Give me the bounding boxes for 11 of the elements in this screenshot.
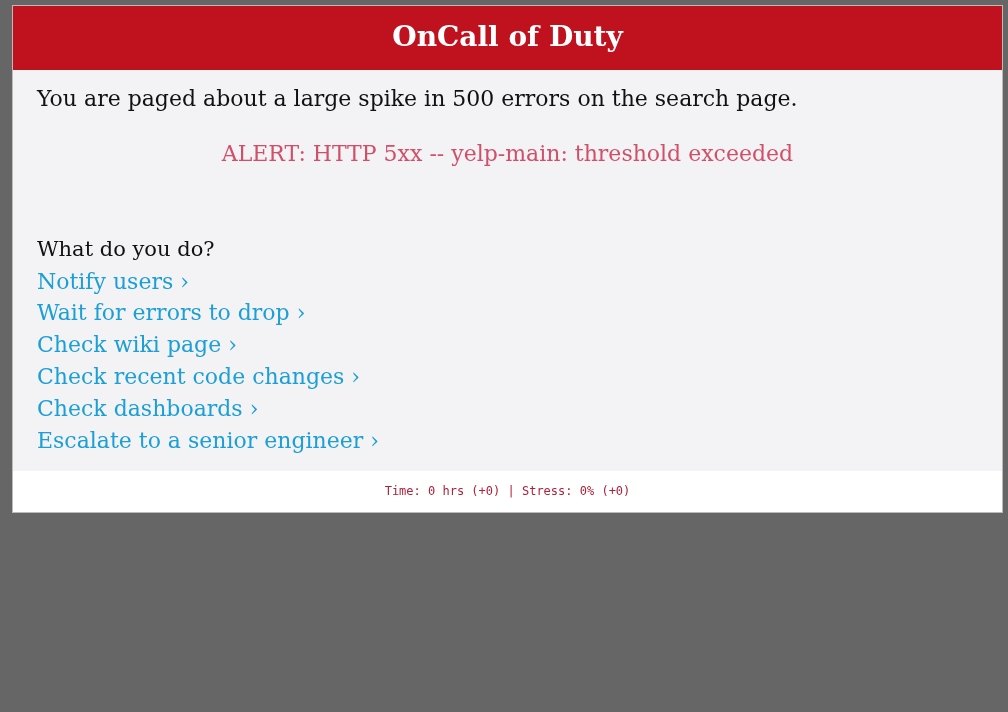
game-title: OnCall of Duty — [13, 6, 1002, 70]
choice-link[interactable]: Check recent code changes › — [37, 361, 361, 394]
choice-link[interactable]: Wait for errors to drop › — [37, 297, 306, 330]
question-text: What do you do? — [37, 236, 216, 263]
choice-link[interactable]: Check wiki page › — [37, 329, 237, 362]
choice-link[interactable]: Escalate to a senior engineer › — [37, 424, 380, 457]
intro-text: You are paged about a large spike in 500 errors on the search page. — [37, 85, 799, 113]
status-bar: Time: 0 hrs (+0) | Stress: 0% (+0) — [13, 470, 1002, 512]
choice-link[interactable]: Check dashboards › — [37, 393, 259, 425]
alert-message: ALERT: HTTP 5xx -- yelp-main: threshold exceeded — [220, 140, 795, 168]
choice-link[interactable]: Notify users › — [37, 265, 189, 298]
